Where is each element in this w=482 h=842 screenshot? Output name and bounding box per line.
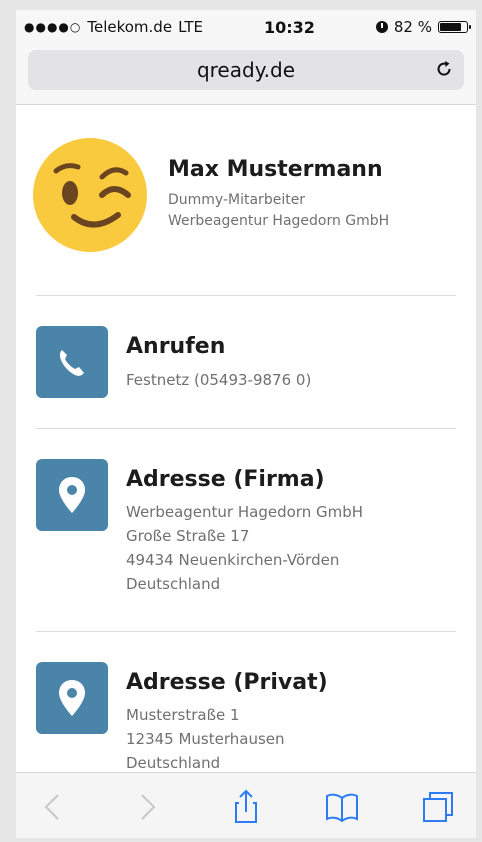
call-number: Festnetz (05493-9876 0) bbox=[126, 371, 312, 389]
status-bar: ●●●●○ Telekom.de LTE 10:32 82 % bbox=[16, 10, 476, 44]
address-line: 49434 Neuenkirchen-Vörden bbox=[126, 551, 340, 569]
separator bbox=[36, 631, 456, 632]
network-type: LTE bbox=[178, 18, 203, 36]
phone-icon bbox=[59, 350, 84, 376]
battery-level bbox=[439, 23, 461, 31]
carrier-name: Telekom.de bbox=[87, 18, 173, 36]
phone-screen: ●●●●○ Telekom.de LTE 10:32 82 % qready.d… bbox=[16, 10, 476, 838]
location-tile bbox=[36, 459, 108, 531]
battery-icon bbox=[437, 21, 471, 33]
bookmarks-icon[interactable] bbox=[324, 789, 360, 825]
web-content: Max Mustermann Dummy-Mitarbeiter Werbeag… bbox=[16, 105, 476, 772]
address-private-card[interactable]: Adresse (Privat) Musterstraße 1 12345 Mu… bbox=[36, 662, 466, 772]
address-line: Musterstraße 1 bbox=[126, 706, 240, 724]
winking-face-emoji bbox=[33, 138, 147, 252]
location-pin-icon bbox=[59, 477, 85, 513]
contact-company: Werbeagentur Hagedorn GmbH bbox=[168, 213, 390, 229]
separator bbox=[36, 295, 456, 296]
battery-percent: 82 % bbox=[393, 18, 432, 36]
back-icon[interactable] bbox=[36, 789, 72, 825]
address-line: Große Straße 17 bbox=[126, 527, 250, 545]
separator bbox=[36, 428, 456, 429]
signal-strength: ●●●●○ bbox=[24, 20, 82, 34]
reload-icon[interactable] bbox=[434, 59, 454, 79]
address-line: Deutschland bbox=[126, 575, 221, 593]
address-line: 12345 Musterhausen bbox=[126, 730, 285, 748]
url-text: qready.de bbox=[196, 58, 296, 82]
address-line: Deutschland bbox=[126, 754, 221, 772]
contact-role: Dummy-Mitarbeiter bbox=[168, 192, 306, 208]
browser-toolbar bbox=[16, 772, 476, 838]
contact-name: Max Mustermann bbox=[168, 157, 383, 182]
phone-tile bbox=[36, 326, 108, 398]
contact-header: Max Mustermann Dummy-Mitarbeiter Werbeag… bbox=[32, 137, 462, 257]
alarm-icon bbox=[375, 21, 388, 33]
location-tile bbox=[36, 662, 108, 734]
address-line: Werbeagentur Hagedorn GmbH bbox=[126, 503, 364, 521]
call-title: Anrufen bbox=[126, 334, 226, 359]
address-bar[interactable]: qready.de bbox=[28, 50, 464, 90]
address-company-card[interactable]: Adresse (Firma) Werbeagentur Hagedorn Gm… bbox=[36, 459, 466, 599]
address-private-title: Adresse (Privat) bbox=[126, 670, 328, 695]
clock: 10:32 bbox=[263, 17, 315, 37]
address-company-title: Adresse (Firma) bbox=[126, 467, 325, 492]
location-pin-icon bbox=[59, 680, 85, 716]
tabs-icon[interactable] bbox=[420, 789, 456, 825]
share-icon[interactable] bbox=[228, 789, 264, 825]
forward-icon[interactable] bbox=[128, 789, 164, 825]
call-card[interactable]: Anrufen Festnetz (05493-9876 0) bbox=[36, 326, 466, 406]
